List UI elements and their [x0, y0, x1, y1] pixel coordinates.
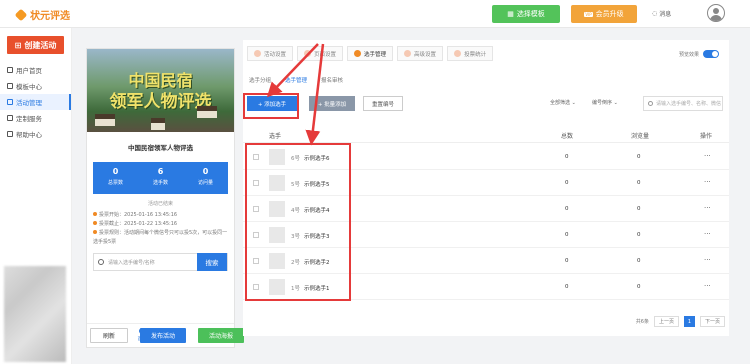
annotation-arrows: [266, 43, 325, 146]
arrow-to-add-button: [266, 43, 319, 98]
arrow-to-player-list: [305, 43, 325, 146]
